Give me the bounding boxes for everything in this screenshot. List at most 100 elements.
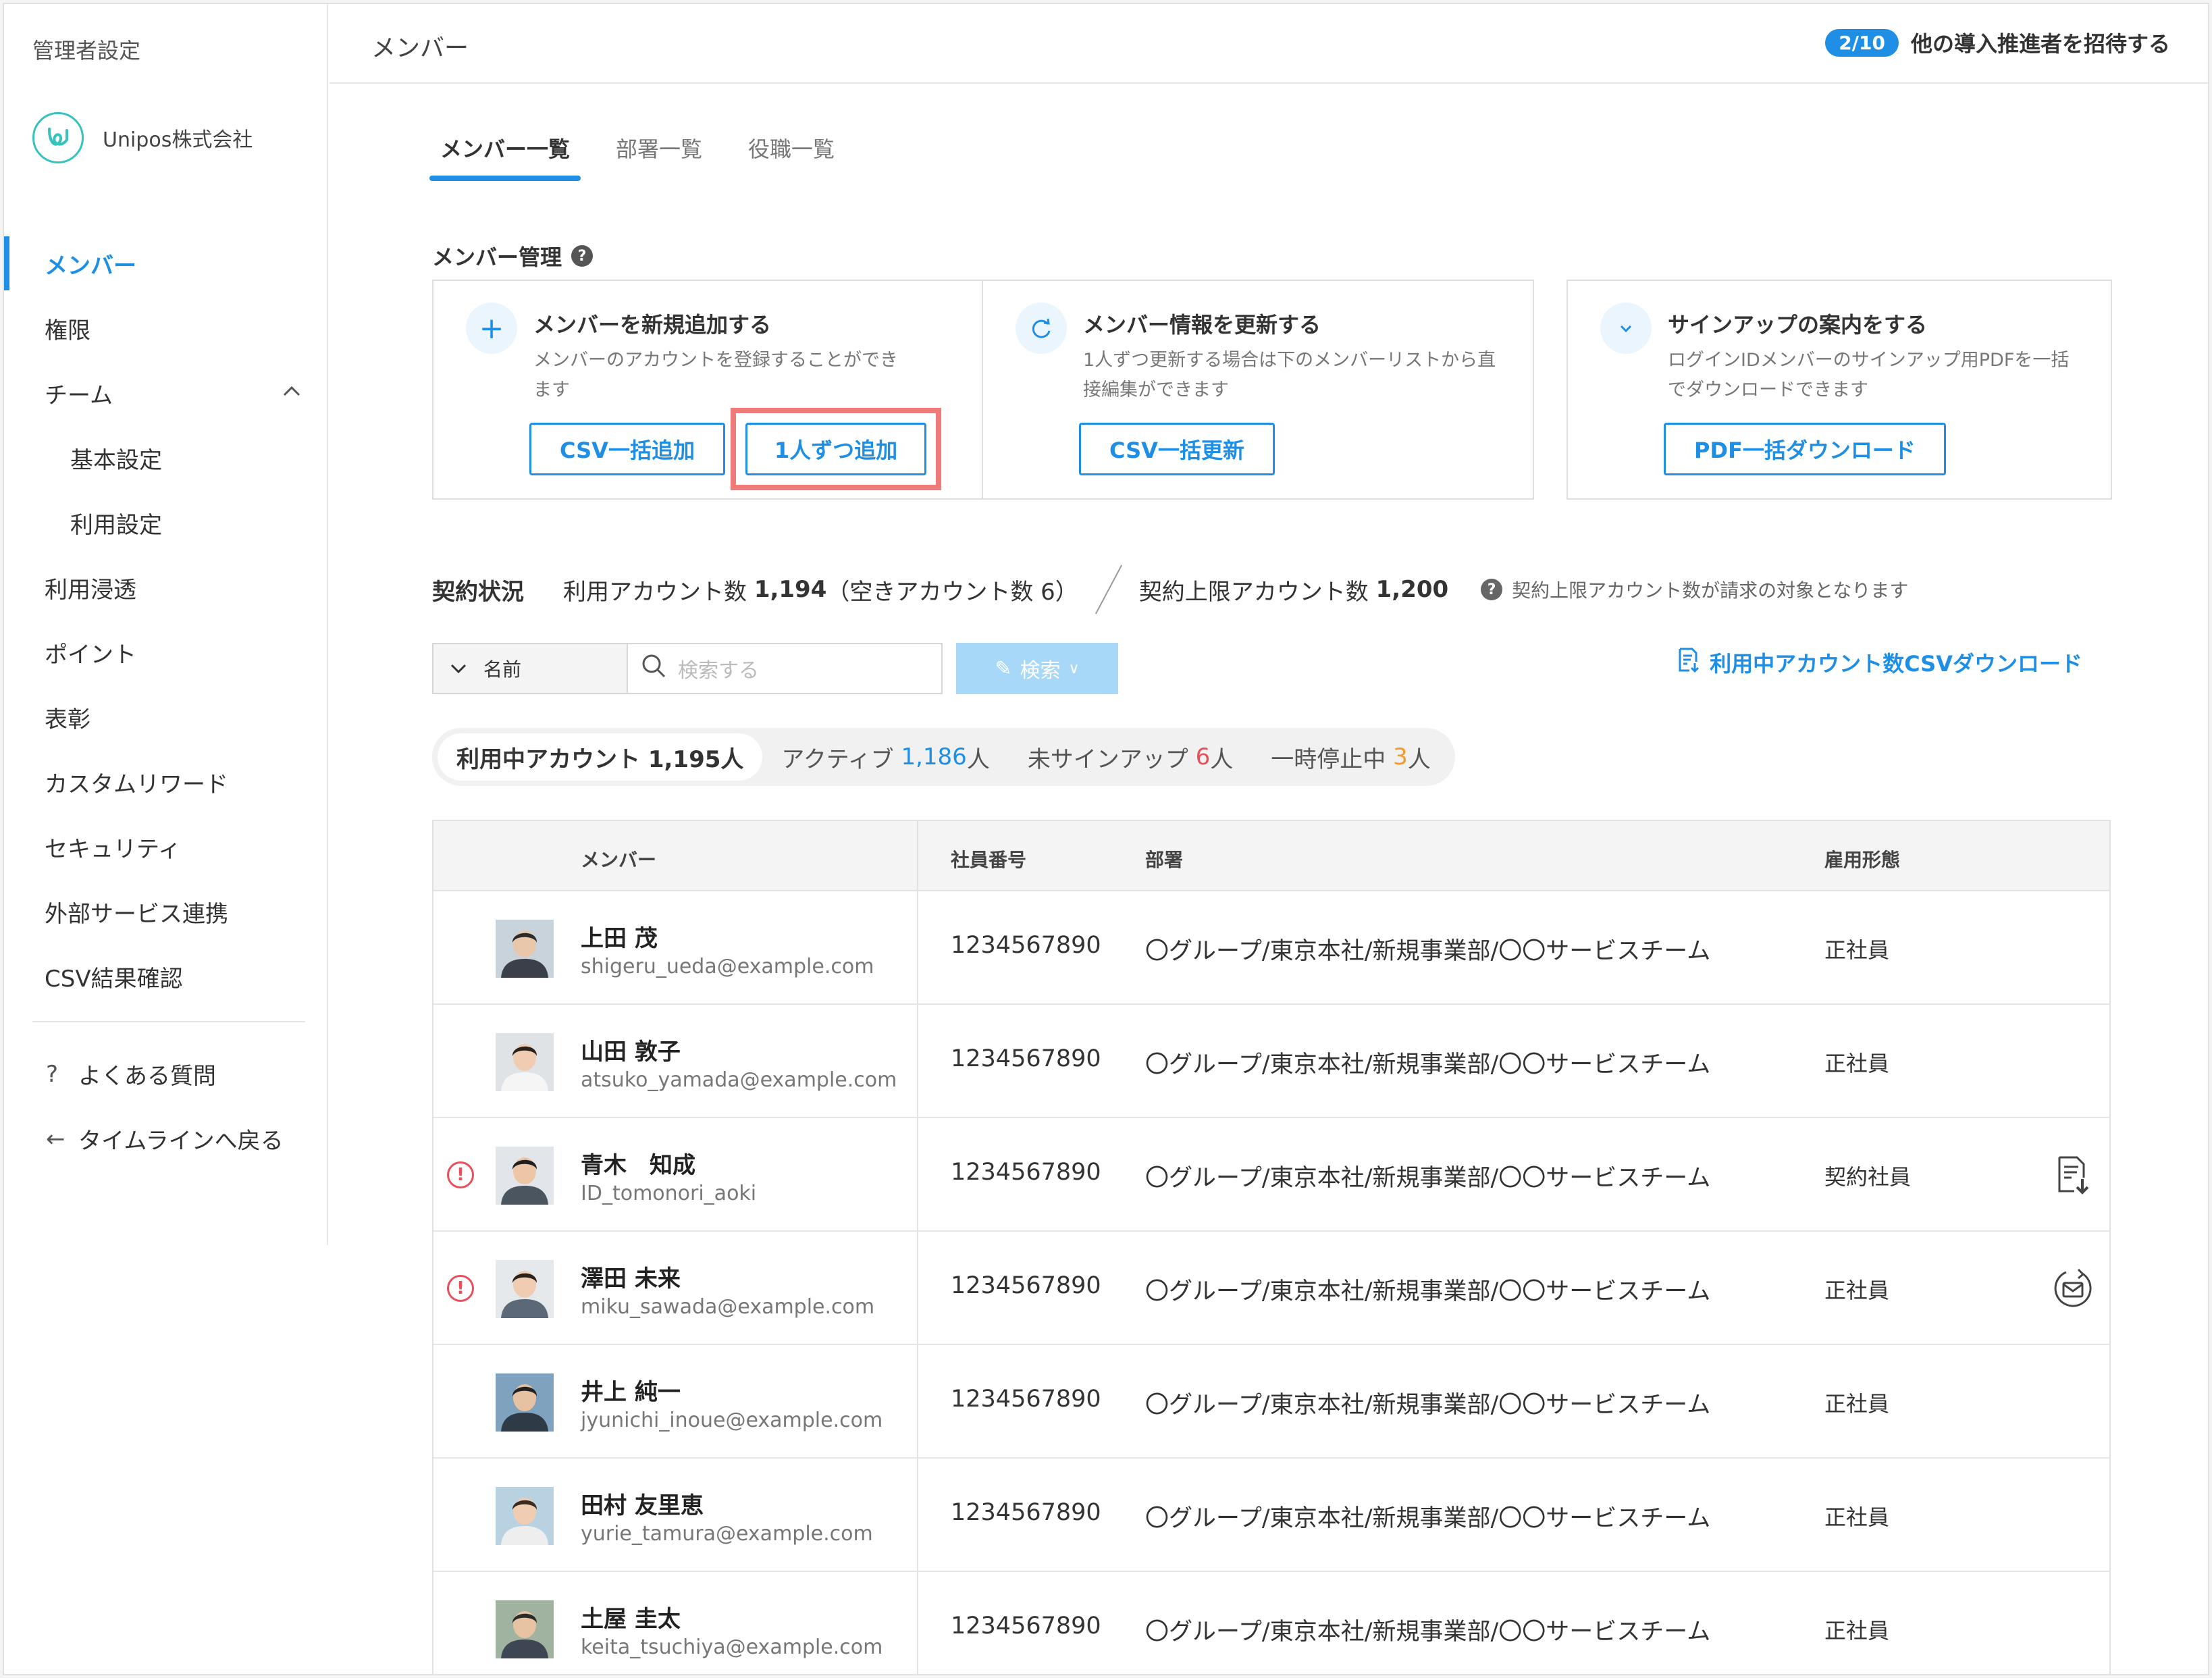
limit-accounts-value: 1,200 [1375,576,1449,603]
filter-not-signed-up[interactable]: 未サインアップ 6人 [1009,733,1252,781]
employee-number: 1234567890 [951,1613,1101,1640]
page-header: メンバー 2/10 他の導入推進者を招待する [330,4,2208,84]
column-member[interactable]: メンバー [581,845,656,872]
table-row[interactable]: 田村 友里恵 yurie_tamura@example.com 1234567890… [433,1459,2109,1572]
table-row[interactable]: ! 青木 知成 ID_tomonori_aoki 1234567890 〇グループ/東京… [433,1118,2109,1232]
table-row[interactable]: 井上 純一 jyunichi_inoue@example.com 123456789… [433,1345,2109,1459]
invite-promoter[interactable]: 2/10 他の導入推進者を招待する [1825,27,2170,58]
faq-link[interactable]: ? よくある質問 [46,1057,216,1091]
column-divider [917,1345,918,1457]
filter-label: 一時停止中 [1271,745,1386,773]
arrow-left-icon: ← [46,1125,65,1153]
invite-label: 他の導入推進者を招待する [1910,31,2170,57]
help-icon[interactable]: ? [571,245,594,267]
avatar [496,1373,554,1432]
chevron-up-icon[interactable] [281,381,302,402]
card-update-member: メンバー情報を更新する 1人ずつ更新する場合は下のメンバーリストから直接編集がで… [982,280,1534,500]
filter-label: アクティブ [781,745,894,773]
contract-label: 契約状況 [432,578,524,606]
sidebar-item-label: セキュリティ [45,835,181,863]
contract-note-text: 契約上限アカウント数が請求の対象となります [1512,579,1909,602]
column-employee-number[interactable]: 社員番号 [951,845,1026,872]
sidebar-item-8[interactable]: カスタムリワード [4,750,327,814]
card-title: メンバー情報を更新する [1083,312,1321,338]
table-header: メンバー 社員番号 部署 雇用形態 [433,821,2109,891]
highlight-box [731,408,941,490]
sidebar-item-4[interactable]: 利用設定 [4,490,327,555]
sidebar-item-2[interactable]: チーム [4,361,327,425]
sidebar-item-11[interactable]: CSV結果確認 [4,944,327,1009]
divider-slash [1092,566,1126,613]
back-to-timeline-link[interactable]: ← タイムラインへ戻る [46,1122,284,1155]
csv-download-label: 利用中アカウント数CSVダウンロード [1710,651,2082,677]
employment-type: 正社員 [1824,1391,1890,1417]
filter-suspended[interactable]: 一時停止中 3人 [1252,733,1449,781]
member-name[interactable]: 田村 友里恵 [581,1487,704,1520]
usage-csv-download-link[interactable]: 利用中アカウント数CSVダウンロード [1677,647,2082,678]
department: 〇グループ/東京本社/新規事業部/〇〇サービスチーム [1145,1165,1711,1192]
member-name[interactable]: 上田 茂 [581,920,658,953]
sidebar-item-1[interactable]: 権限 [4,296,327,361]
refresh-icon [1016,303,1067,354]
member-email: miku_sawada@example.com [581,1295,875,1319]
table-row[interactable]: ! 澤田 未来 miku_sawada@example.com 1234567890 〇… [433,1232,2109,1345]
sidebar-item-0[interactable]: メンバー [4,231,327,296]
sidebar-item-label: カスタムリワード [45,770,228,798]
filter-unit: 人 [966,745,990,773]
sidebar-item-label: 利用浸透 [45,576,136,604]
tab-member-list[interactable]: メンバー一覧 [429,132,581,181]
tab-position-list[interactable]: 役職一覧 [737,132,845,181]
sidebar-item-9[interactable]: セキュリティ [4,814,327,879]
avatar [496,1033,554,1091]
search-input[interactable]: 検索する [628,643,943,694]
warning-icon: ! [447,1275,474,1302]
sidebar-item-5[interactable]: 利用浸透 [4,555,327,620]
member-name[interactable]: 青木 知成 [581,1147,695,1180]
search-button[interactable]: ✎ 検索 ∨ [956,643,1118,694]
member-name[interactable]: 澤田 未来 [581,1260,681,1293]
table-row[interactable]: 山田 敦子 atsuko_yamada@example.com 1234567890… [433,1005,2109,1118]
sidebar: 管理者設定 Unipos株式会社 メンバー 権限 チーム 基本設定 利用設定 利用浸透 ポイ… [4,4,328,1245]
member-name[interactable]: 山田 敦子 [581,1033,681,1066]
employee-number: 1234567890 [951,1386,1101,1413]
filter-count: 1,186 [901,743,967,770]
column-divider [917,1459,918,1571]
employment-type: 正社員 [1824,1618,1890,1644]
filter-active[interactable]: アクティブ 1,186 人 [762,733,1008,781]
sidebar-item-3[interactable]: 基本設定 [4,425,327,490]
filter-count: 1,195人 [648,745,744,773]
csv-bulk-update-button[interactable]: CSV一括更新 [1079,423,1275,475]
search-placeholder: 検索する [678,659,759,683]
sidebar-item-7[interactable]: 表彰 [4,685,327,750]
filter-label: 未サインアップ [1027,745,1188,773]
sidebar-item-label: チーム [45,382,113,409]
column-divider [917,1232,918,1344]
column-divider [917,821,918,890]
column-department[interactable]: 部署 [1145,845,1183,872]
sidebar-item-label: 権限 [45,317,90,344]
filter-active-accounts[interactable]: 利用中アカウント 1,195人 [438,733,763,781]
search-field-select[interactable]: 名前 [432,643,628,694]
sidebar-item-label: 外部サービス連携 [45,900,228,928]
sidebar-item-6[interactable]: ポイント [4,620,327,685]
sidebar-item-10[interactable]: 外部サービス連携 [4,879,327,944]
employment-type: 正社員 [1824,937,1890,963]
table-row[interactable]: 上田 茂 shigeru_ueda@example.com 1234567890 〇グ… [433,891,2109,1005]
avatar [496,1260,554,1318]
filter-label: 利用中アカウント [456,745,640,773]
column-employment-type[interactable]: 雇用形態 [1824,845,1900,872]
status-filter: 利用中アカウント 1,195人 アクティブ 1,186 人 未サインアップ 6人 … [432,728,1455,786]
member-name[interactable]: 井上 純一 [581,1373,681,1407]
table-row[interactable]: 土屋 圭太 keita_tsuchiya@example.com 123456789… [433,1572,2109,1674]
csv-bulk-add-button[interactable]: CSV一括追加 [529,423,725,475]
member-name[interactable]: 土屋 圭太 [581,1600,681,1633]
tab-department-list[interactable]: 部署一覧 [605,132,713,181]
help-icon[interactable]: ? [1481,579,1503,600]
resend-mail-icon[interactable] [2051,1267,2095,1310]
department: 〇グループ/東京本社/新規事業部/〇〇サービスチーム [1145,1278,1711,1305]
pdf-bulk-download-button[interactable]: PDF一括ダウンロード [1664,423,1946,475]
chevron-down-icon [450,658,467,679]
filter-unit: 人 [1407,745,1431,773]
document-download-icon[interactable] [2051,1153,2095,1197]
sidebar-item-label: ポイント [45,641,136,668]
